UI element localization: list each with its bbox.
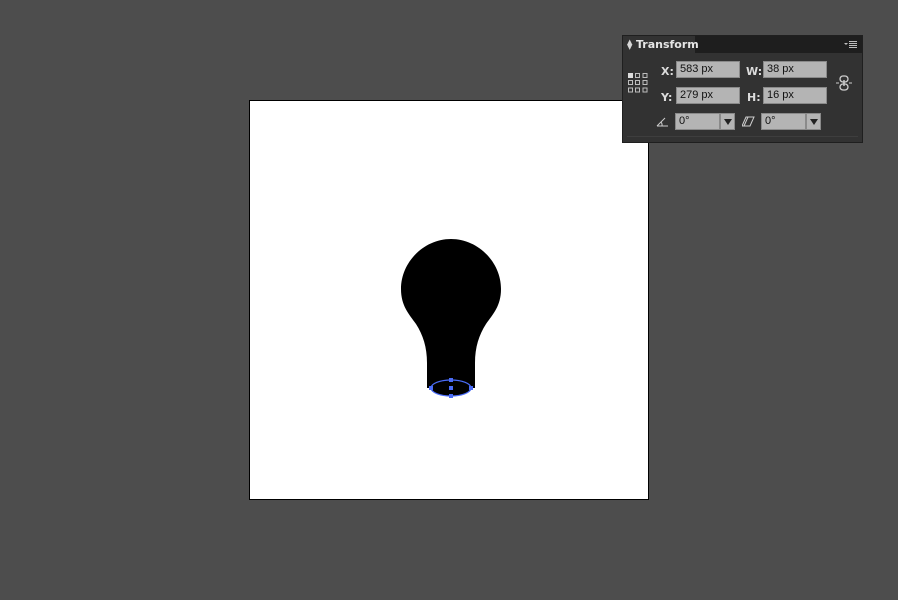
h-label: H:: [747, 91, 761, 104]
workspace[interactable]: ▲ ▼ Transform X: 583 px W: 38 px Y: 279 …: [0, 0, 898, 600]
rotate-dropdown[interactable]: [720, 113, 735, 130]
w-field[interactable]: 38 px: [763, 61, 827, 78]
lightbulb-shape[interactable]: [401, 239, 501, 388]
tab-collapse-icon[interactable]: ▲ ▼: [627, 39, 635, 51]
chevron-down-icon: [810, 119, 818, 125]
chevron-down-icon: [724, 119, 732, 125]
panel-title: Transform: [636, 38, 699, 51]
x-field[interactable]: 583 px: [676, 61, 740, 78]
x-label: X:: [661, 65, 674, 78]
selection-handle[interactable]: [449, 394, 453, 398]
constrain-proportions-icon[interactable]: [836, 74, 852, 92]
panel-divider: [627, 136, 858, 137]
panel-menu-icon[interactable]: [844, 39, 858, 50]
tab-transform[interactable]: ▲ ▼ Transform: [623, 36, 699, 53]
artboard[interactable]: [249, 100, 649, 500]
shear-dropdown[interactable]: [806, 113, 821, 130]
y-label: Y:: [661, 91, 673, 104]
w-label: W:: [746, 65, 763, 78]
selection-center-point: [449, 386, 453, 390]
artboard-canvas: [401, 239, 501, 398]
y-field[interactable]: 279 px: [676, 87, 740, 104]
rotate-field[interactable]: 0°: [675, 113, 720, 130]
selection-handle[interactable]: [429, 386, 433, 390]
rotate-icon: [656, 117, 668, 127]
shear-icon: [742, 116, 755, 127]
selection-handle[interactable]: [449, 378, 453, 382]
panel-header: ▲ ▼ Transform: [623, 36, 862, 53]
reference-point-icon[interactable]: [628, 73, 648, 93]
transform-panel: ▲ ▼ Transform X: 583 px W: 38 px Y: 279 …: [622, 35, 863, 143]
selection-handle[interactable]: [469, 386, 473, 390]
shear-field[interactable]: 0°: [761, 113, 806, 130]
h-field[interactable]: 16 px: [763, 87, 827, 104]
